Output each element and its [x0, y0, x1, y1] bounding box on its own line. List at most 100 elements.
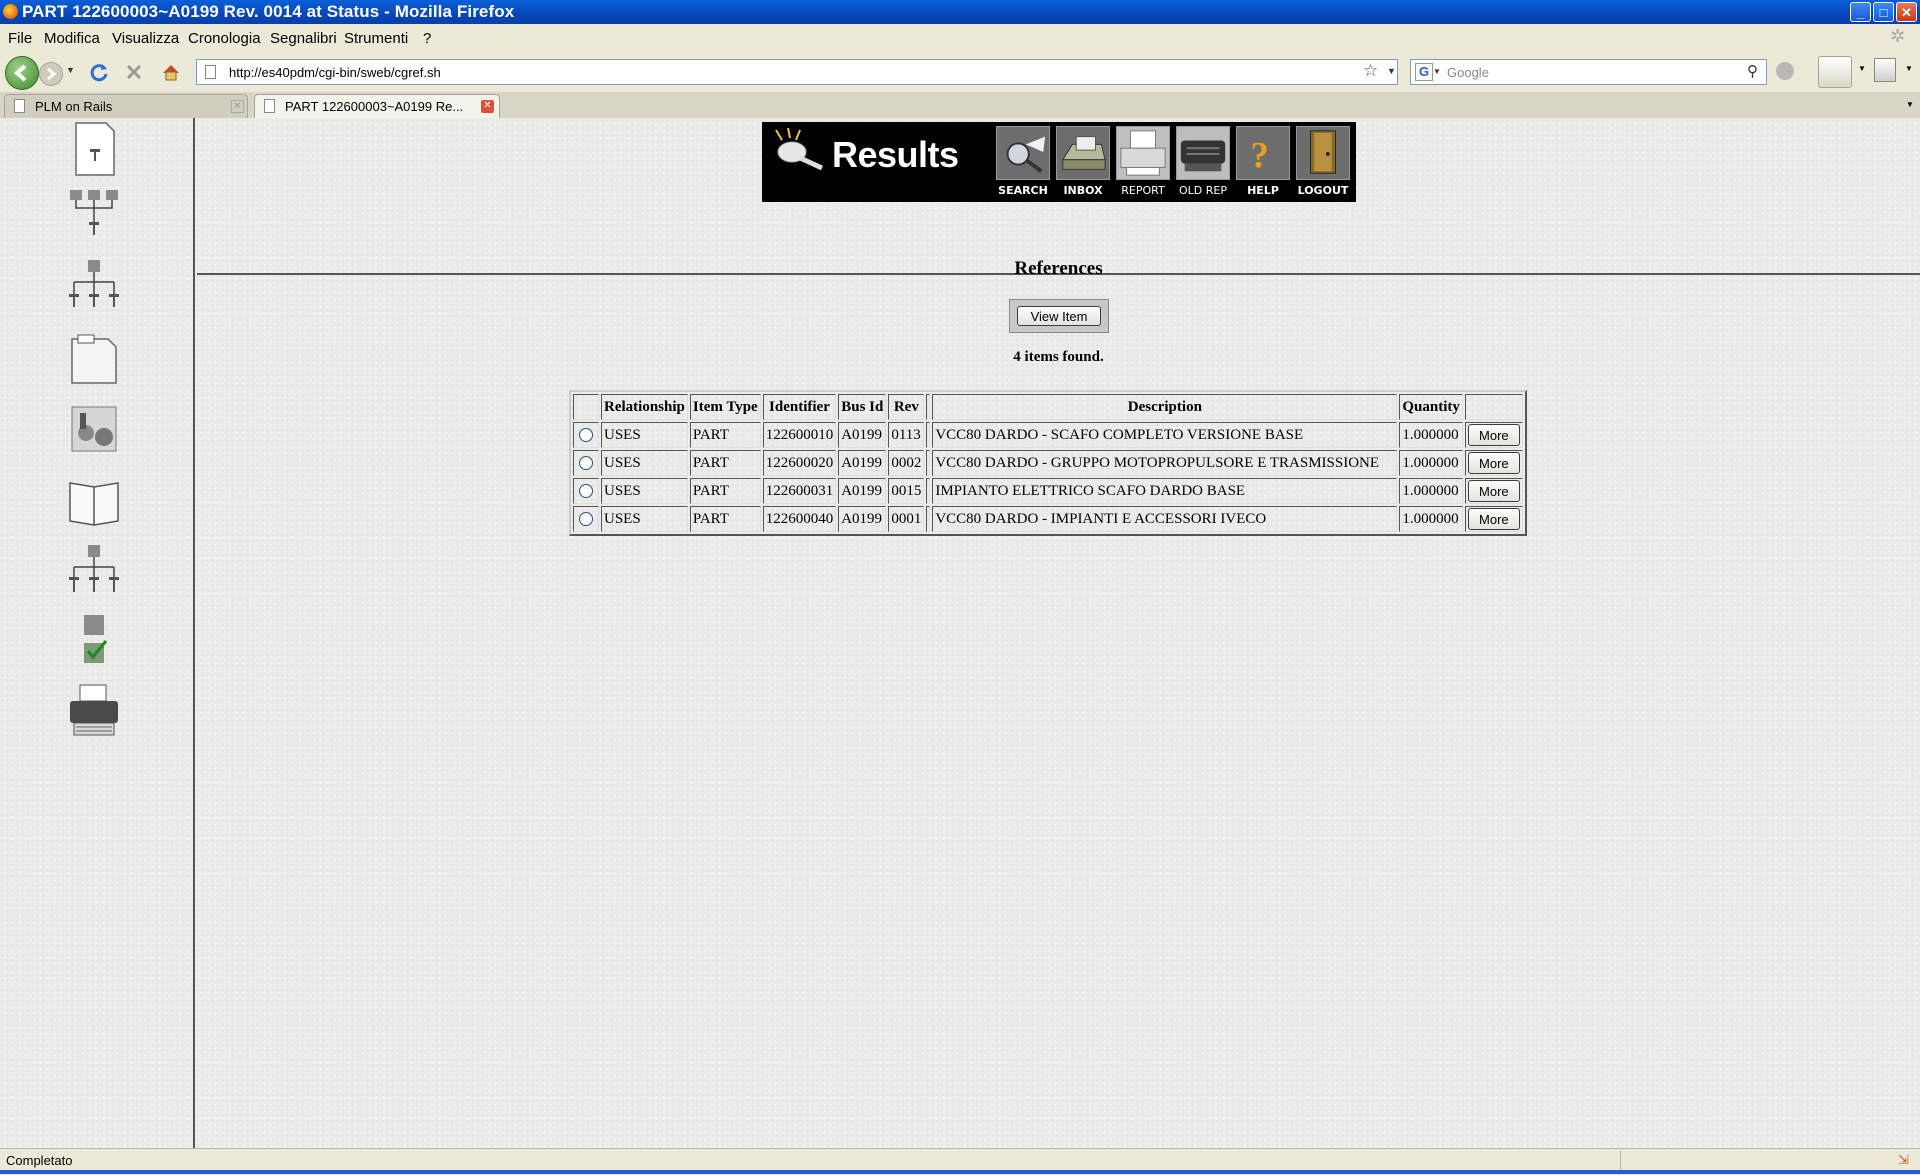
old-report-nav-label: OLD REP — [1179, 184, 1227, 197]
column-header-quantity: Quantity — [1399, 394, 1463, 420]
firefox-icon — [3, 4, 18, 19]
menu-bar: File Modifica Visualizza Cronologia Segn… — [0, 24, 1920, 53]
row-radio-button[interactable] — [579, 512, 593, 527]
cell-quantity: 1.000000 — [1399, 506, 1463, 532]
history-dropdown-icon[interactable]: ▼ — [66, 65, 75, 75]
stop-icon[interactable] — [124, 62, 144, 82]
home-icon[interactable] — [160, 61, 182, 83]
engine-dropdown-icon[interactable]: ▼ — [1433, 67, 1441, 76]
forward-button[interactable] — [39, 62, 63, 86]
column-header-relationship: Relationship — [601, 394, 688, 420]
checklist-icon[interactable] — [66, 613, 122, 669]
cell-separator — [926, 478, 931, 504]
menu-cronologia[interactable]: Cronologia — [188, 30, 261, 47]
cell-description: VCC80 DARDO - IMPIANTI E ACCESSORI IVECO — [932, 506, 1398, 532]
manual-icon[interactable] — [66, 473, 122, 529]
url-dropdown-icon[interactable]: ▼ — [1387, 66, 1396, 76]
cell-bus-id: A0199 — [838, 450, 887, 476]
row-select — [573, 422, 599, 448]
row-radio-button[interactable] — [579, 484, 593, 499]
tab-list-icon[interactable]: ▼ — [1906, 100, 1914, 109]
magnifier-icon[interactable]: ⚲ — [1747, 62, 1758, 80]
svg-text:?: ? — [1250, 134, 1268, 175]
bom-icon[interactable] — [66, 543, 122, 599]
row-radio-button[interactable] — [579, 428, 593, 443]
structure-icon[interactable] — [66, 258, 122, 314]
forward-arrow-icon — [47, 67, 57, 81]
cell-separator — [926, 506, 931, 532]
cell-bus-id: A0199 — [838, 478, 887, 504]
close-tab-icon[interactable]: ✕ — [481, 100, 494, 113]
table-row: USES PART 122600031 A0199 0015 IMPIANTO … — [573, 478, 1523, 504]
cell-identifier: 122600031 — [762, 478, 837, 504]
report-icon — [1116, 126, 1170, 180]
logout-nav-label: LOGOUT — [1297, 184, 1349, 197]
menu-modifica[interactable]: Modifica — [44, 30, 100, 47]
extension-dropdown-icon[interactable]: ▼ — [1858, 64, 1866, 73]
tools-dropdown-icon[interactable]: ▼ — [1905, 64, 1913, 73]
search-nav-button[interactable]: SEARCH — [994, 126, 1052, 200]
cell-relationship: USES — [601, 478, 688, 504]
menu-segnalibri[interactable]: Segnalibri — [270, 30, 337, 47]
menu-file[interactable]: File — [8, 30, 32, 47]
menu-help[interactable]: ? — [423, 30, 431, 47]
url-text[interactable]: http://es40pdm/cgi-bin/sweb/cgref.sh — [229, 65, 441, 80]
cell-more: More — [1464, 478, 1523, 504]
tab-part-status[interactable]: PART 122600003~A0199 Re... ✕ — [254, 94, 500, 118]
cell-separator — [926, 422, 931, 448]
resize-grip-icon[interactable]: ⇲ — [1898, 1152, 1909, 1168]
close-tab-icon[interactable]: ✕ — [231, 100, 244, 113]
cell-more: More — [1464, 506, 1523, 532]
cell-rev: 0015 — [888, 478, 925, 504]
search-box[interactable]: G ▼ Google ⚲ — [1410, 59, 1767, 85]
more-column-header — [1464, 394, 1523, 420]
more-button[interactable]: More — [1467, 508, 1520, 530]
menu-strumenti[interactable]: Strumenti — [344, 30, 408, 47]
more-button[interactable]: More — [1467, 452, 1520, 474]
reload-icon[interactable] — [88, 61, 110, 83]
cell-identifier: 122600010 — [762, 422, 837, 448]
search-input[interactable]: Google — [1447, 65, 1489, 80]
column-header-description: Description — [932, 394, 1398, 420]
close-window-button[interactable]: ✕ — [1896, 2, 1917, 22]
where-used-icon[interactable] — [66, 188, 122, 244]
tools-icon[interactable] — [1874, 58, 1896, 82]
row-radio-button[interactable] — [579, 456, 593, 471]
old-report-nav-button[interactable]: OLD REP — [1174, 126, 1232, 200]
attachments-icon[interactable] — [66, 401, 122, 457]
inbox-nav-button[interactable]: INBOX — [1054, 126, 1112, 200]
back-button[interactable] — [5, 56, 39, 90]
left-frame — [0, 118, 195, 1148]
cell-relationship: USES — [601, 422, 688, 448]
maximize-button[interactable]: □ — [1873, 2, 1894, 22]
cell-relationship: USES — [601, 506, 688, 532]
addon-icon[interactable] — [1776, 62, 1794, 80]
items-found-text: 4 items found. — [1013, 349, 1104, 365]
menu-visualizza[interactable]: Visualizza — [112, 30, 179, 47]
select-column-header — [573, 394, 599, 420]
cell-more: More — [1464, 422, 1523, 448]
url-bar[interactable]: http://es40pdm/cgi-bin/sweb/cgref.sh ☆ ▼ — [196, 59, 1398, 85]
documents-icon[interactable] — [66, 331, 122, 387]
report-nav-button[interactable]: REPORT — [1114, 126, 1172, 200]
item-icon[interactable] — [66, 121, 122, 177]
print-icon[interactable] — [66, 683, 122, 739]
bookmark-star-icon[interactable]: ☆ — [1363, 61, 1378, 81]
page-icon — [205, 65, 216, 79]
tab-plm-on-rails[interactable]: PLM on Rails ✕ — [4, 94, 248, 118]
google-engine-icon[interactable]: G — [1415, 63, 1433, 81]
logout-nav-button[interactable]: LOGOUT — [1294, 126, 1352, 200]
throbber-icon: ✲ — [1890, 26, 1906, 46]
toolbar-extension-button[interactable] — [1818, 56, 1852, 88]
cell-item-type: PART — [689, 422, 761, 448]
view-item-button[interactable]: View Item — [1017, 306, 1101, 326]
table-row: USES PART 122600020 A0199 0002 VCC80 DAR… — [573, 450, 1523, 476]
inbox-nav-label: INBOX — [1063, 184, 1103, 197]
more-button[interactable]: More — [1467, 424, 1520, 446]
cell-item-type: PART — [689, 450, 761, 476]
help-nav-button[interactable]: ? HELP — [1234, 126, 1292, 200]
page-content: Results SEARCH INBOX REPORT OLD REP ? HE… — [0, 118, 1920, 1148]
minimize-button[interactable]: _ — [1850, 2, 1871, 22]
more-button[interactable]: More — [1467, 480, 1520, 502]
cell-identifier: 122600040 — [762, 506, 837, 532]
